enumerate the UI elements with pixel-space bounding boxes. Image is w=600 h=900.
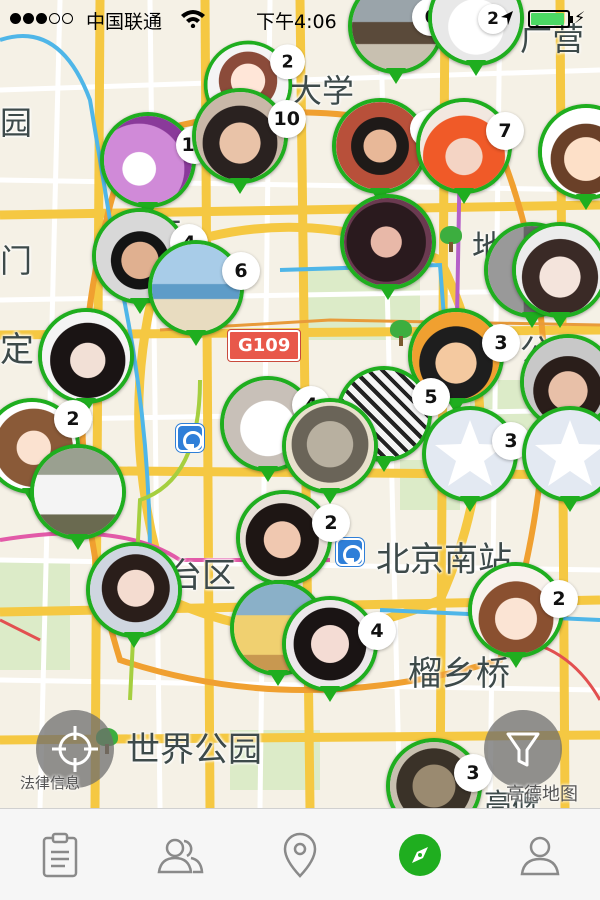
park-tree-icon xyxy=(440,226,462,252)
user-pin[interactable]: 3 xyxy=(386,738,492,808)
tab-discover[interactable] xyxy=(360,809,480,900)
filter-button[interactable] xyxy=(484,710,562,788)
tab-bar xyxy=(0,808,600,900)
user-pin[interactable]: 2 xyxy=(512,222,600,338)
user-pin[interactable]: 3 xyxy=(422,406,530,522)
battery-icon xyxy=(528,10,573,28)
wifi-icon xyxy=(181,10,205,28)
status-bar: 中国联通 下午4:06 ⚡ xyxy=(0,0,600,38)
carrier-name: 中国联通 xyxy=(86,11,163,33)
avatar xyxy=(30,444,126,540)
battery-level xyxy=(531,13,564,25)
charging-icon: ⚡ xyxy=(574,8,586,27)
pin-tip xyxy=(68,534,88,550)
pin-tip xyxy=(230,178,250,194)
count-badge: 4 xyxy=(358,612,396,650)
user-pin[interactable] xyxy=(86,542,182,658)
pin-tip xyxy=(460,496,480,512)
pin-tip xyxy=(466,60,486,76)
count-badge: 6 xyxy=(222,252,260,290)
pin-tip xyxy=(550,312,570,328)
pin-tip xyxy=(320,686,340,702)
pin-tip xyxy=(506,652,526,668)
pin-tip xyxy=(454,188,474,204)
compass-icon xyxy=(399,833,441,876)
star-icon xyxy=(535,420,600,486)
count-badge: 7 xyxy=(486,112,524,150)
avatar xyxy=(192,88,288,184)
count-badge: 2 xyxy=(540,580,578,618)
pin-tip xyxy=(378,284,398,300)
person-icon xyxy=(520,836,560,875)
map-label: 园 xyxy=(0,104,33,142)
user-pin[interactable] xyxy=(340,194,436,310)
user-pin[interactable]: 10 xyxy=(192,88,306,204)
user-pin[interactable] xyxy=(522,406,600,522)
avatar xyxy=(282,398,378,494)
pin-tip xyxy=(576,194,596,210)
pin-tip xyxy=(560,496,580,512)
location-pin-icon xyxy=(283,832,317,878)
pin-tip xyxy=(186,330,206,346)
clock: 下午4:06 xyxy=(256,11,337,33)
user-pin[interactable] xyxy=(538,104,600,220)
avatar xyxy=(236,490,332,586)
avatar xyxy=(512,222,600,318)
signal-strength-icon xyxy=(10,13,73,24)
map-view[interactable]: 园 淀区 定 北京南站 台区 榴乡桥 世界公园 大学 地 公园 门 广营 高碑 … xyxy=(0,0,600,808)
count-badge: 2 xyxy=(270,44,306,80)
tab-location[interactable] xyxy=(240,809,360,900)
pin-tip xyxy=(124,632,144,648)
map-label: 世界公园 xyxy=(126,730,262,770)
avatar xyxy=(538,104,600,200)
metro-station-icon xyxy=(176,424,204,452)
avatar xyxy=(100,112,196,208)
map-label: 门 xyxy=(0,242,33,280)
pin-tip xyxy=(386,68,406,84)
avatar xyxy=(522,406,600,502)
pin-tip xyxy=(258,466,278,482)
tab-profile[interactable] xyxy=(480,809,600,900)
count-badge: 3 xyxy=(482,324,520,362)
filter-icon xyxy=(506,732,540,767)
user-pin[interactable]: 4 xyxy=(282,596,396,712)
legal-info-link[interactable]: 法律信息 xyxy=(20,772,80,793)
avatar xyxy=(332,98,428,194)
metro-station-icon xyxy=(336,538,364,566)
count-badge: 2 xyxy=(54,400,92,438)
avatar xyxy=(38,308,134,404)
tab-friends[interactable] xyxy=(120,809,240,900)
location-arrow-icon xyxy=(501,11,513,25)
friends-icon xyxy=(157,838,204,873)
map-attribution: 高德地图 xyxy=(506,784,578,805)
user-pin[interactable]: 6 xyxy=(148,240,260,356)
avatar xyxy=(340,194,436,290)
avatar xyxy=(86,542,182,638)
clipboard-icon xyxy=(42,832,78,877)
count-badge: 10 xyxy=(267,100,306,138)
user-pin[interactable]: 2 xyxy=(468,562,578,678)
map-label: 定 xyxy=(0,330,34,370)
count-badge: 2 xyxy=(312,504,350,542)
tab-feed[interactable] xyxy=(0,809,120,900)
